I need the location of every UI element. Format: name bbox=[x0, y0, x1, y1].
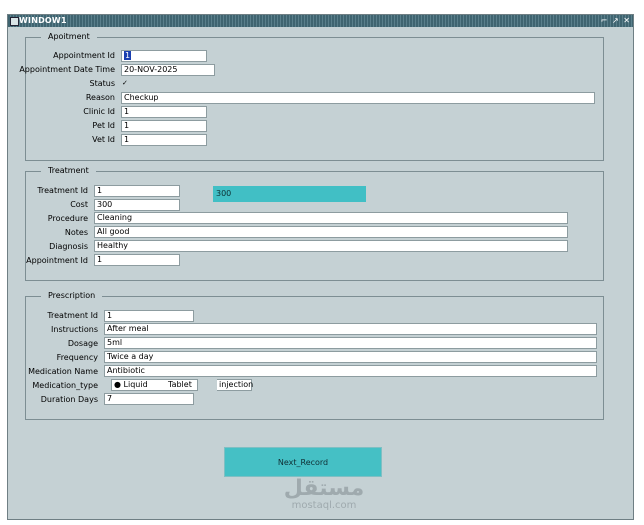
appointment-legend: Apoitment bbox=[41, 32, 97, 41]
dosage-label: Dosage bbox=[67, 339, 98, 348]
maximize-icon[interactable]: ↗ bbox=[612, 16, 619, 25]
appointment-id-value: 1 bbox=[124, 51, 132, 60]
dosage-field[interactable]: 5ml bbox=[104, 337, 597, 349]
diagnosis-field[interactable]: Healthy bbox=[94, 240, 568, 252]
notes-field[interactable]: All good bbox=[94, 226, 568, 238]
radio-liquid-label: Liquid bbox=[123, 380, 148, 389]
window-title: WINDOW1 bbox=[19, 16, 67, 25]
prescription-treatment-id-field[interactable]: 1 bbox=[104, 310, 194, 322]
vet-id-field[interactable]: 1 bbox=[121, 134, 207, 146]
appointment-id-label: Appointment Id bbox=[53, 51, 115, 60]
procedure-field[interactable]: Cleaning bbox=[94, 212, 568, 224]
medication-name-field[interactable]: Antibiotic bbox=[104, 365, 597, 377]
treatment-id-field[interactable]: 1 bbox=[94, 185, 180, 197]
diagnosis-label: Diagnosis bbox=[49, 242, 88, 251]
close-icon[interactable]: ✕ bbox=[623, 16, 630, 25]
radio-tablet-label: Tablet bbox=[168, 380, 192, 389]
cost-label: Cost bbox=[70, 200, 88, 209]
status-label: Status bbox=[89, 79, 116, 88]
appointment-id-field[interactable]: 1 bbox=[121, 50, 207, 62]
frequency-field[interactable]: Twice a day bbox=[104, 351, 597, 363]
treatment-id-label: Treatment Id bbox=[37, 186, 88, 195]
medication-name-label: Medication Name bbox=[28, 367, 98, 376]
date-time-field[interactable]: 20-NOV-2025 bbox=[121, 64, 215, 76]
minimize-icon[interactable]: ⌐ bbox=[601, 16, 608, 25]
vet-id-label: Vet Id bbox=[92, 135, 115, 144]
radio-injection-label: injection bbox=[219, 380, 254, 389]
duration-days-label: Duration Days bbox=[40, 395, 98, 404]
radio-selected-icon: ● bbox=[114, 380, 121, 389]
radio-liquid[interactable]: ● Liquid bbox=[111, 379, 167, 391]
treatment-appointment-id-field[interactable]: 1 bbox=[94, 254, 180, 266]
cost-field[interactable]: 300 bbox=[94, 199, 180, 211]
reason-field[interactable]: Checkup bbox=[121, 92, 595, 104]
window-titlebar[interactable]: WINDOW1 ⌐ ↗ ✕ bbox=[8, 15, 633, 27]
prescription-treatment-id-label: Treatment Id bbox=[47, 311, 98, 320]
pet-id-label: Pet Id bbox=[92, 121, 115, 130]
watermark-url: mostaql.com bbox=[291, 500, 357, 511]
instructions-field[interactable]: After meal bbox=[104, 323, 597, 335]
frequency-label: Frequency bbox=[56, 353, 98, 362]
medication-type-label: Medication_type bbox=[32, 381, 98, 390]
duration-days-field[interactable]: 7 bbox=[104, 393, 194, 405]
window-controls: ⌐ ↗ ✕ bbox=[599, 16, 630, 25]
highlight-field[interactable]: 300 bbox=[213, 186, 366, 202]
treatment-appointment-id-label: Appointment Id bbox=[26, 256, 88, 265]
prescription-legend: Prescription bbox=[41, 291, 103, 300]
radio-injection[interactable]: injection bbox=[217, 379, 254, 391]
window-menu-icon[interactable] bbox=[10, 17, 19, 26]
notes-label: Notes bbox=[64, 228, 88, 237]
reason-label: Reason bbox=[85, 93, 115, 102]
next-record-button[interactable]: Next_Record bbox=[224, 447, 382, 477]
instructions-label: Instructions bbox=[51, 325, 98, 334]
watermark-logo: مستقل bbox=[283, 476, 365, 501]
status-checkbox[interactable]: ✓ bbox=[122, 80, 129, 87]
treatment-legend: Treatment bbox=[41, 166, 96, 175]
clinic-id-label: Clinic Id bbox=[83, 107, 115, 116]
watermark: مستقل mostaql.com bbox=[270, 478, 378, 512]
clinic-id-field[interactable]: 1 bbox=[121, 106, 207, 118]
pet-id-field[interactable]: 1 bbox=[121, 120, 207, 132]
procedure-label: Procedure bbox=[47, 214, 88, 223]
date-time-label: Appointment Date Time bbox=[19, 65, 115, 74]
radio-tablet[interactable]: Tablet bbox=[166, 379, 198, 391]
